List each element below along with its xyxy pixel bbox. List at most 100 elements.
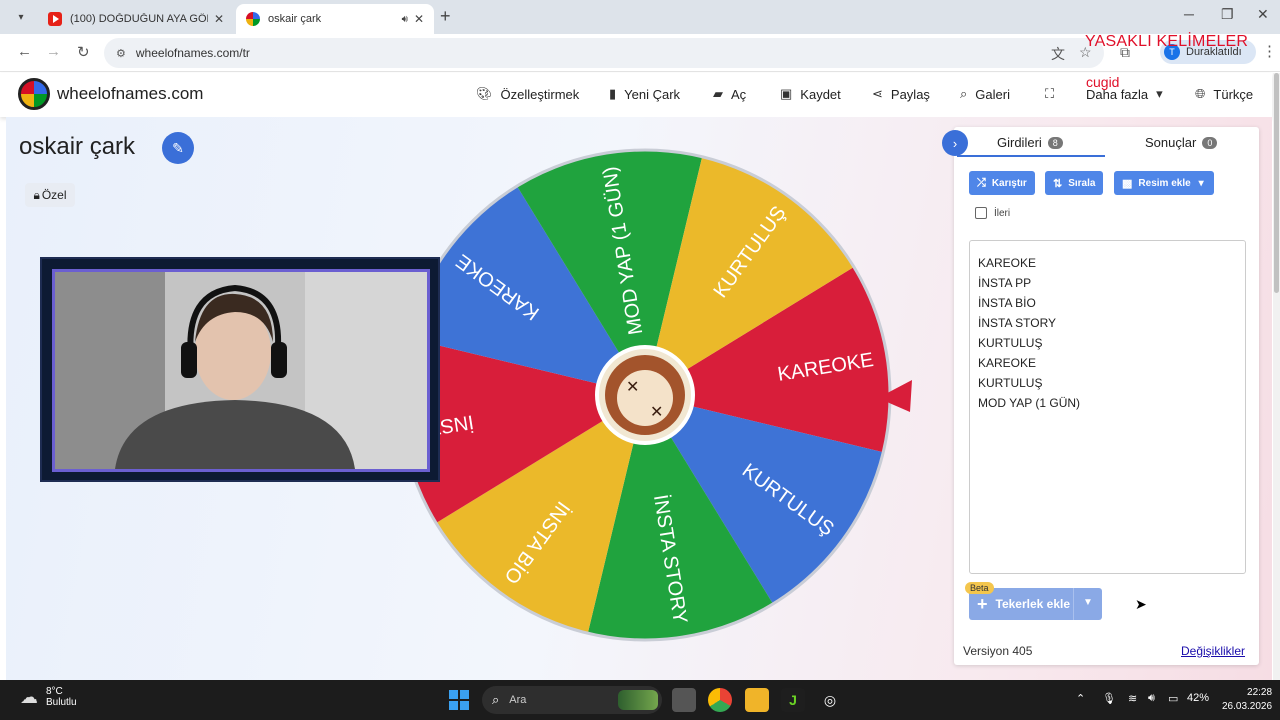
new-file-icon: ▮: [609, 86, 617, 101]
wheel-logo-icon[interactable]: [18, 78, 50, 110]
visibility-chip[interactable]: 🔒︎ Özel: [25, 183, 75, 207]
reload-icon[interactable]: ↻: [77, 43, 90, 61]
close-window-icon[interactable]: ✕: [1257, 6, 1269, 23]
shuffle-button[interactable]: ⤮ Karıştır: [969, 171, 1035, 195]
windows-start-icon[interactable]: [449, 690, 469, 710]
scrollbar-thumb[interactable]: [1274, 73, 1279, 293]
globe-icon: 🌐︎: [1195, 86, 1206, 101]
edit-title-button[interactable]: ✎: [162, 132, 194, 164]
caret-down-icon[interactable]: ▼: [1083, 597, 1093, 608]
menu-label: Türkçe: [1213, 86, 1254, 102]
chrome-icon[interactable]: [708, 688, 732, 712]
file-explorer-icon[interactable]: [745, 688, 769, 712]
menu-customize[interactable]: 🎨︎ Özelleştirmek: [476, 86, 579, 102]
changes-link[interactable]: Değişiklikler: [1181, 644, 1245, 658]
menu-label: Galeri: [975, 86, 1010, 102]
spin-wheel[interactable]: KAREOKEKURTULUŞİNSTA STORYİNSTA BİOİNSTA…: [400, 140, 920, 660]
list-item: İNSTA BİO: [978, 296, 1036, 310]
fullscreen-button[interactable]: ⛶: [1045, 86, 1062, 102]
beta-badge: Beta: [965, 582, 994, 594]
battery-icon[interactable]: ▭: [1168, 692, 1178, 705]
minimize-icon[interactable]: ─: [1184, 6, 1194, 22]
menu-share[interactable]: ⋖ Paylaş: [872, 86, 930, 102]
url-bar[interactable]: ⚙ wheelofnames.com/tr: [104, 38, 1104, 68]
svg-text:✕: ✕: [626, 377, 639, 396]
menu-language[interactable]: 🌐︎ Türkçe: [1195, 86, 1253, 102]
weather-widget[interactable]: ☁ 8°C Bulutlu: [20, 686, 77, 708]
menu-save[interactable]: ▣ Kaydet: [780, 86, 841, 102]
browser-tab[interactable]: (100) DOĞDUĞUN AYA GÖRE - ✕: [38, 4, 234, 34]
sort-button[interactable]: ⇅ Sırala: [1045, 171, 1104, 195]
volume-icon[interactable]: 🔊︎: [1148, 692, 1155, 705]
weather-condition: Bulutlu: [46, 697, 77, 708]
menu-label: Yeni Çark: [624, 86, 681, 102]
entries-textarea[interactable]: KAREOKE İNSTA PP İNSTA BİO İNSTA STORY K…: [969, 240, 1246, 574]
folder-icon: ▰: [713, 86, 723, 101]
mouse-cursor-icon: ➤: [1135, 596, 1147, 612]
taskbar-search[interactable]: ⌕ Ara: [482, 686, 662, 714]
wheel-center-image: ✕ ✕: [595, 345, 695, 445]
tab-results[interactable]: Sonuçlar 0: [1145, 135, 1218, 150]
tab-title: (100) DOĞDUĞUN AYA GÖRE -: [70, 13, 208, 25]
url-text: wheelofnames.com/tr: [135, 46, 250, 60]
add-image-button[interactable]: ▩ Resim ekle ▾: [1114, 171, 1214, 195]
entries-count-badge: 8: [1047, 136, 1063, 149]
tab-search-button[interactable]: ▾: [10, 7, 32, 27]
restore-icon[interactable]: ❐: [1221, 6, 1234, 23]
active-tab-indicator: [957, 155, 1105, 157]
close-tab-icon[interactable]: ✕: [414, 12, 424, 26]
site-info-icon[interactable]: ⚙: [116, 47, 126, 60]
microphone-icon[interactable]: 🎙︎: [1102, 692, 1116, 705]
temperature: 8°C: [46, 686, 63, 697]
site-brand[interactable]: wheelofnames.com: [57, 84, 203, 104]
system-clock[interactable]: 22:28 26.03.2026: [1222, 686, 1272, 714]
wheel-title: oskair çark: [19, 133, 136, 160]
menu-gallery[interactable]: ⌕ Galeri: [960, 86, 1010, 102]
caret-down-icon: ▾: [1156, 86, 1163, 101]
app-j-icon[interactable]: J: [781, 688, 805, 712]
show-hidden-icons[interactable]: ⌃: [1076, 692, 1085, 705]
wifi-icon[interactable]: ≋: [1128, 692, 1137, 705]
fullscreen-icon: ⛶: [1045, 86, 1055, 101]
search-icon: ⌕: [492, 692, 500, 707]
close-tab-icon[interactable]: ✕: [214, 12, 224, 26]
translate-icon[interactable]: 文: [1051, 44, 1065, 64]
cloud-icon: ☁: [20, 686, 38, 707]
menu-new-wheel[interactable]: ▮ Yeni Çark: [609, 86, 680, 102]
checkbox-box[interactable]: [975, 207, 987, 219]
caret-down-icon: ▾: [1198, 177, 1204, 189]
svg-text:✕: ✕: [650, 402, 663, 421]
results-count-badge: 0: [1202, 136, 1218, 149]
version-text: Versiyon 405: [963, 644, 1033, 658]
browser-menu-icon[interactable]: ⋮: [1262, 42, 1277, 60]
webcam-video: [52, 269, 430, 472]
menu-label: Kaydet: [800, 86, 841, 102]
new-tab-button[interactable]: +: [440, 6, 451, 27]
battery-percent: 42%: [1187, 692, 1210, 704]
task-view-icon[interactable]: [672, 688, 696, 712]
tab-entries[interactable]: Girdileri 8: [997, 135, 1063, 150]
menu-label: Paylaş: [890, 86, 930, 102]
list-item: KURTULUŞ: [978, 336, 1043, 350]
tab-label: Girdileri: [997, 135, 1042, 150]
save-icon: ▣: [780, 86, 793, 101]
chevron-right-icon: ›: [952, 135, 958, 151]
button-label: Sırala: [1068, 177, 1096, 189]
divider: [1073, 588, 1074, 620]
speaker-icon[interactable]: 🔊︎: [402, 14, 408, 25]
lock-icon: 🔒︎: [33, 187, 40, 202]
page-scrollbar[interactable]: [1273, 73, 1280, 680]
hide-panel-button[interactable]: ›: [942, 130, 968, 156]
obs-icon[interactable]: ◎: [818, 688, 842, 712]
list-item: İNSTA STORY: [978, 316, 1057, 330]
tab-label: Sonuçlar: [1145, 135, 1197, 150]
sort-icon: ⇅: [1053, 177, 1063, 190]
menu-open[interactable]: ▰ Aç: [713, 86, 746, 102]
advanced-checkbox[interactable]: İleri: [975, 207, 1010, 219]
forward-icon[interactable]: →: [46, 43, 61, 60]
button-label: Tekerlek ekle: [995, 597, 1071, 611]
back-icon[interactable]: ←: [17, 43, 32, 60]
share-icon: ⋖: [872, 86, 883, 101]
webcam-overlay: [40, 257, 440, 482]
browser-tab-active[interactable]: oskair çark 🔊︎ ✕: [236, 4, 434, 34]
